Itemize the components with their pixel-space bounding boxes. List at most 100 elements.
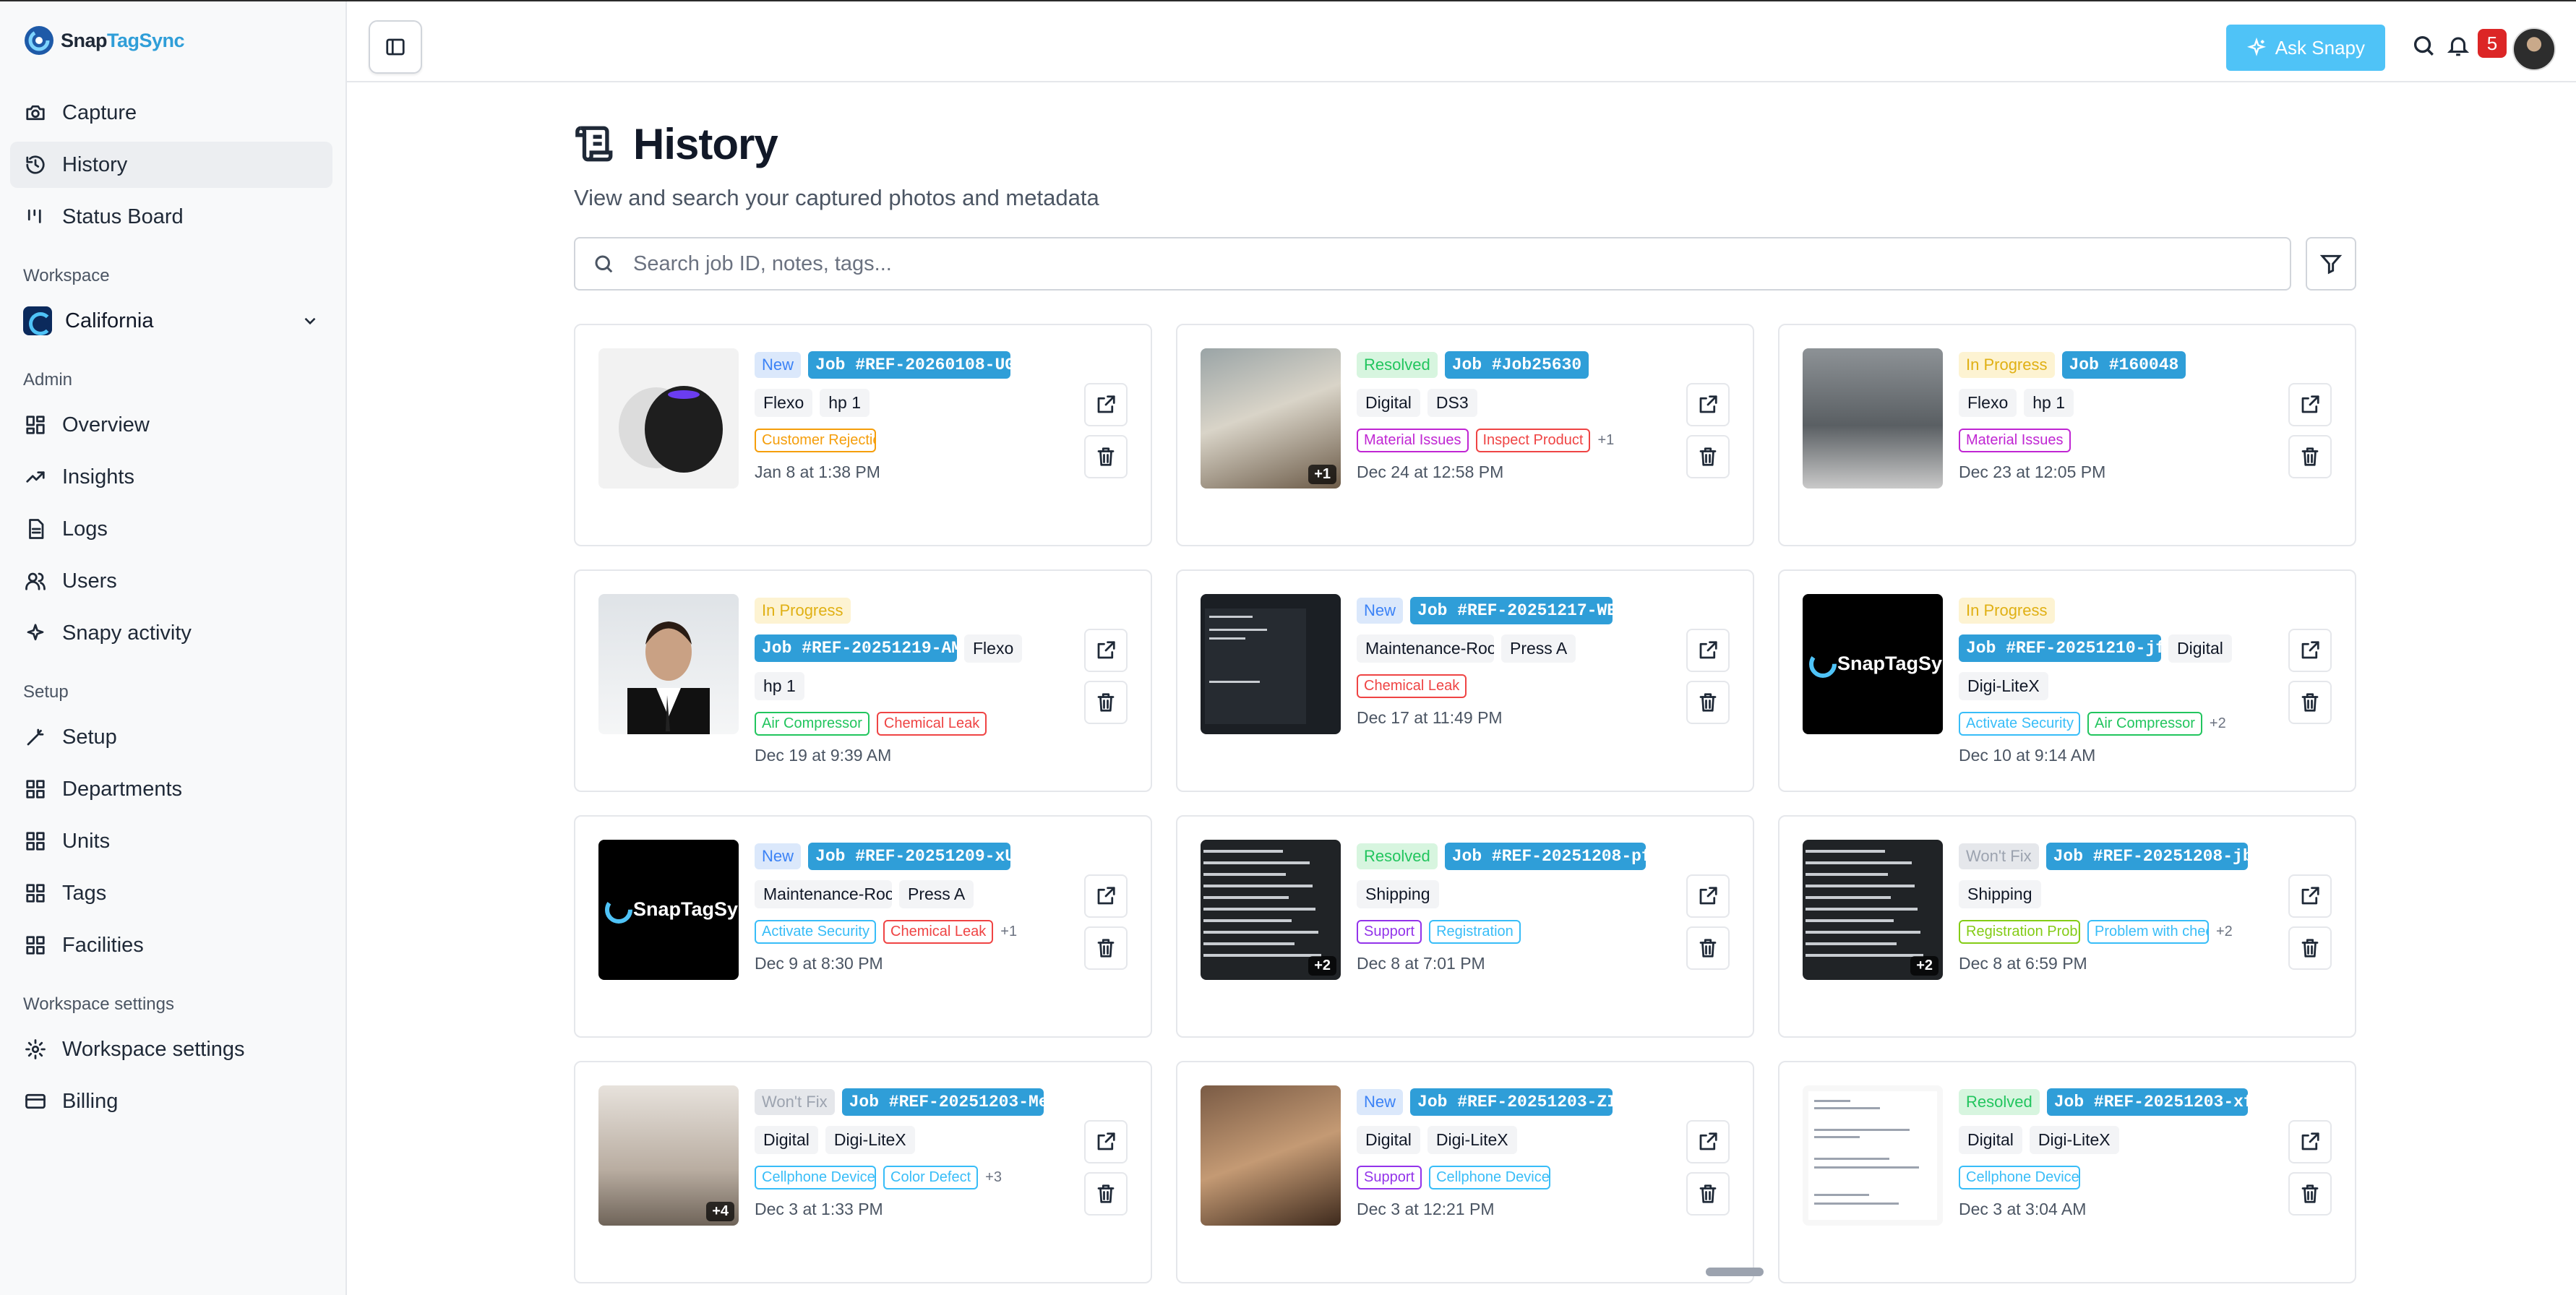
open-external-button[interactable] (1084, 874, 1128, 918)
delete-button[interactable] (2288, 681, 2332, 724)
card-status-row: In Progress (1959, 595, 2248, 626)
delete-button[interactable] (1084, 926, 1128, 970)
capture-thumbnail[interactable] (1201, 1085, 1341, 1226)
history-card[interactable]: +4 Won't Fix Job #REF-20251203-Me Digital Di… (574, 1061, 1152, 1283)
status-badge: In Progress (1959, 598, 2055, 624)
job-id-badge[interactable]: Job #Job25630 (1444, 351, 1589, 379)
delete-button[interactable] (2288, 926, 2332, 970)
job-id-badge[interactable]: Job #REF-20251210-jf (1959, 634, 2161, 662)
card-status-row: Resolved Job #Job25630 (1357, 350, 1646, 380)
open-external-button[interactable] (2288, 874, 2332, 918)
capture-date: Dec 3 at 12:21 PM (1357, 1200, 1495, 1218)
open-external-button[interactable] (1084, 383, 1128, 426)
history-card[interactable]: +2 Resolved Job #REF-20251208-pf Shipping Su… (1176, 815, 1754, 1038)
nav-departments[interactable]: Departments (10, 766, 332, 812)
job-id-badge[interactable]: Job #REF-20260108-UG (808, 351, 1011, 379)
nav-setup[interactable]: Setup (10, 714, 332, 760)
capture-thumbnail[interactable]: +2 (1201, 840, 1341, 980)
capture-thumbnail[interactable] (1803, 348, 1943, 489)
history-card[interactable]: SnapTagSync In Progress Job #REF-20251210-… (1778, 569, 2356, 792)
delete-button[interactable] (1686, 435, 1730, 478)
delete-button[interactable] (1084, 681, 1128, 724)
delete-button[interactable] (1084, 1172, 1128, 1216)
history-card[interactable]: New Job #REF-20251203-ZI Digital Digi-LiteX… (1176, 1061, 1754, 1283)
filter-button[interactable] (2306, 237, 2356, 291)
open-external-button[interactable] (2288, 1120, 2332, 1163)
open-external-button[interactable] (1686, 383, 1730, 426)
capture-thumbnail[interactable] (1803, 1085, 1943, 1226)
status-badge: Won't Fix (1959, 843, 2039, 869)
capture-thumbnail[interactable] (1201, 594, 1341, 734)
capture-thumbnail[interactable]: SnapTagSync (1803, 594, 1943, 734)
capture-thumbnail[interactable] (598, 348, 739, 489)
delete-button[interactable] (1084, 435, 1128, 478)
avatar[interactable] (2512, 27, 2556, 71)
job-id-badge[interactable]: Job #REF-20251208-pf (1444, 843, 1646, 870)
issue-tag: Chemical Leak (876, 711, 987, 736)
job-id-badge[interactable]: Job #REF-20251203-xf (2046, 1088, 2248, 1116)
open-external-button[interactable] (1084, 1120, 1128, 1163)
nav-facilities[interactable]: Facilities (10, 922, 332, 968)
nav-insights[interactable]: Insights (10, 454, 332, 500)
issue-tag: Color Defect (883, 1165, 979, 1189)
metadata-chip: Press A (899, 879, 974, 908)
delete-button[interactable] (1686, 681, 1730, 724)
job-id-badge[interactable]: Job #REF-20251217-WE (1410, 597, 1613, 624)
capture-thumbnail[interactable]: SnapTagSync (598, 840, 739, 980)
nav-logs[interactable]: Logs (10, 506, 332, 552)
capture-thumbnail[interactable] (598, 594, 739, 734)
delete-button[interactable] (1686, 926, 1730, 970)
history-card[interactable]: +2 Won't Fix Job #REF-20251208-jb Shipping R… (1778, 815, 2356, 1038)
admin-section-label: Admin (23, 370, 73, 390)
delete-button[interactable] (2288, 435, 2332, 478)
capture-thumbnail[interactable]: +2 (1803, 840, 1943, 980)
card-status-row: New Job #REF-20251217-WE (1357, 595, 1646, 626)
job-id-badge[interactable]: Job #REF-20251203-ZI (1410, 1088, 1613, 1116)
open-external-button[interactable] (1686, 874, 1730, 918)
bell-icon[interactable] (2446, 33, 2470, 58)
nav-billing[interactable]: Billing (10, 1078, 332, 1124)
history-card[interactable]: NewJob #REF-20251217-WE Maintenance-RoomP… (1176, 569, 1754, 792)
nav-snapy-activity[interactable]: Snapy activity (10, 610, 332, 656)
history-card[interactable]: In Progress Job #160048 Flexo hp 1 Material … (1778, 324, 2356, 546)
open-external-button[interactable] (1686, 629, 1730, 672)
history-card[interactable]: Resolved Job #REF-20251203-xf Digital Digi-… (1778, 1061, 2356, 1283)
brand[interactable]: SnapTagSync (23, 22, 332, 59)
job-id-badge[interactable]: Job #REF-20251219-AM (755, 634, 957, 662)
nav-overview[interactable]: Overview (10, 402, 332, 448)
nav-units[interactable]: Units (10, 818, 332, 864)
delete-button[interactable] (2288, 1172, 2332, 1216)
nav-users[interactable]: Users (10, 558, 332, 604)
job-id-badge[interactable]: Job #REF-20251209-xU (808, 843, 1011, 870)
card-status-row: Resolved Job #REF-20251203-xf (1959, 1087, 2248, 1117)
open-external-button[interactable] (2288, 383, 2332, 426)
ask-snapy-button[interactable]: Ask Snapy (2225, 25, 2385, 71)
issue-tag: Activate Security (755, 919, 876, 944)
workspace-selector[interactable]: California (10, 298, 332, 344)
nav-workspace-settings[interactable]: Workspace settings (10, 1026, 332, 1072)
open-external-button[interactable] (2288, 629, 2332, 672)
job-id-badge[interactable]: Job #160048 (2061, 351, 2186, 379)
history-card[interactable]: SnapTagSync NewJob #REF-20251209-xU Mainte… (574, 815, 1152, 1038)
delete-button[interactable] (1686, 1172, 1730, 1216)
nav-capture[interactable]: Capture (10, 90, 332, 136)
nav-tags[interactable]: Tags (10, 870, 332, 916)
job-id-badge[interactable]: Job #REF-20251203-Me (841, 1088, 1044, 1116)
nav-status-board[interactable]: Status Board (10, 194, 332, 240)
sidebar-toggle-button[interactable] (369, 20, 422, 74)
scroll-indicator[interactable] (1706, 1268, 1764, 1276)
history-card[interactable]: New Job #REF-20260108-UG Flexo hp 1 Customer… (574, 324, 1152, 546)
job-id-badge[interactable]: Job #REF-20251208-jb (2045, 843, 2248, 870)
history-card[interactable]: +1 Resolved Job #Job25630 Digital DS3 Materia… (1176, 324, 1754, 546)
history-card[interactable]: In Progress Job #REF-20251219-AM Flexo hp 1… (574, 569, 1152, 792)
card-info: In Progress Job #160048 Flexo hp 1 Material … (1959, 350, 2248, 482)
open-external-button[interactable] (1686, 1120, 1730, 1163)
nav-history[interactable]: History (10, 142, 332, 188)
capture-thumbnail[interactable]: +1 (1201, 348, 1341, 489)
photo-count-badge: +2 (1910, 956, 1939, 976)
search-input[interactable] (633, 251, 2290, 276)
open-external-button[interactable] (1084, 629, 1128, 672)
search-icon[interactable] (2411, 33, 2436, 58)
metadata-chip: Press A (1501, 634, 1576, 663)
capture-thumbnail[interactable]: +4 (598, 1085, 739, 1226)
